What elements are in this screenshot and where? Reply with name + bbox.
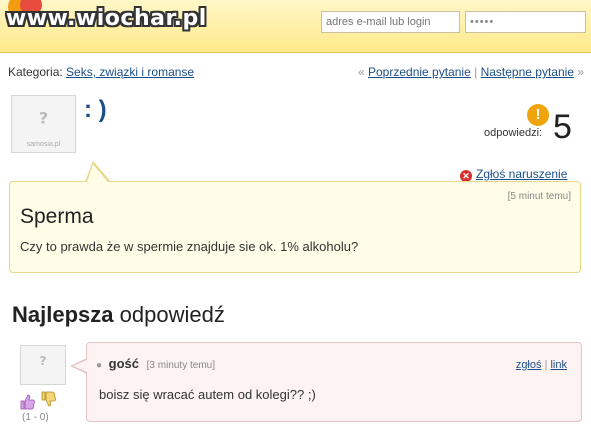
best-answer-heading-rest: odpowiedź: [119, 302, 225, 327]
email-login-input[interactable]: [321, 11, 460, 33]
prev-arrow: «: [357, 65, 365, 79]
answer-time: [3 minuty temu]: [146, 360, 215, 371]
prev-question-link[interactable]: Poprzednie pytanie: [368, 65, 471, 79]
answer-text: boisz się wracać autem od kolegi?? ;): [99, 387, 316, 402]
answer-links-separator: |: [544, 359, 548, 371]
nav-separator: |: [474, 65, 478, 79]
answer-links: zgłoś | link: [516, 359, 567, 371]
bullet-icon: ●: [96, 360, 103, 371]
answer-bubble-tail-inner: [73, 360, 87, 372]
report-violation-link[interactable]: ✕ Zgłoś naruszenie: [460, 167, 567, 182]
top-bar: www.wiochar.pl •••••: [0, 0, 591, 53]
answers-count-icon: !: [527, 104, 549, 126]
answerer-avatar[interactable]: ?: [20, 345, 66, 385]
answer-report-link[interactable]: zgłoś: [516, 359, 542, 371]
next-question-link[interactable]: Następne pytanie: [481, 65, 574, 79]
answer-permalink[interactable]: link: [550, 359, 567, 371]
password-input[interactable]: •••••: [465, 11, 586, 33]
vote-count: (1 - 0): [22, 412, 49, 423]
answer-meta: ● gość [3 minuty temu]: [96, 356, 215, 371]
question-title: Sperma: [20, 205, 94, 228]
question-bubble-tail-inner: [87, 164, 108, 182]
question-time: [5 minut temu]: [507, 191, 571, 202]
category-row: Kategoria: Seks, związki i romanse « Pop…: [8, 65, 584, 79]
category-link[interactable]: Seks, związki i romanse: [66, 65, 194, 79]
answers-label: odpowiedzi:: [484, 127, 543, 139]
question-nav: « Poprzednie pytanie | Następne pytanie …: [358, 65, 584, 79]
best-answer-heading-bold: Najlepsza: [12, 302, 114, 327]
asker-avatar[interactable]: ? samosia.pl: [11, 95, 76, 153]
asker-username[interactable]: : ): [84, 96, 107, 124]
thumb-down-icon[interactable]: [40, 391, 56, 409]
answers-count: 5: [553, 108, 572, 146]
answer-author[interactable]: gość: [109, 356, 139, 371]
answer-box: ● gość [3 minuty temu] zgłoś | link bois…: [86, 342, 582, 422]
best-answer-heading: Najlepsza odpowiedź: [12, 302, 225, 328]
avatar-icon: ?: [39, 354, 47, 369]
avatar-caption: samosia.pl: [26, 141, 61, 148]
next-arrow: »: [577, 65, 584, 79]
watermark: www.wiochar.pl: [6, 6, 207, 31]
category-label: Kategoria:: [8, 65, 63, 79]
thumb-up-icon[interactable]: [19, 394, 35, 410]
avatar-icon: ?: [38, 108, 49, 128]
question-text: Czy to prawda że w spermie znajduje sie …: [20, 239, 359, 254]
question-box: [5 minut temu] Sperma Czy to prawda że w…: [9, 181, 581, 273]
report-label: Zgłoś naruszenie: [476, 167, 568, 181]
